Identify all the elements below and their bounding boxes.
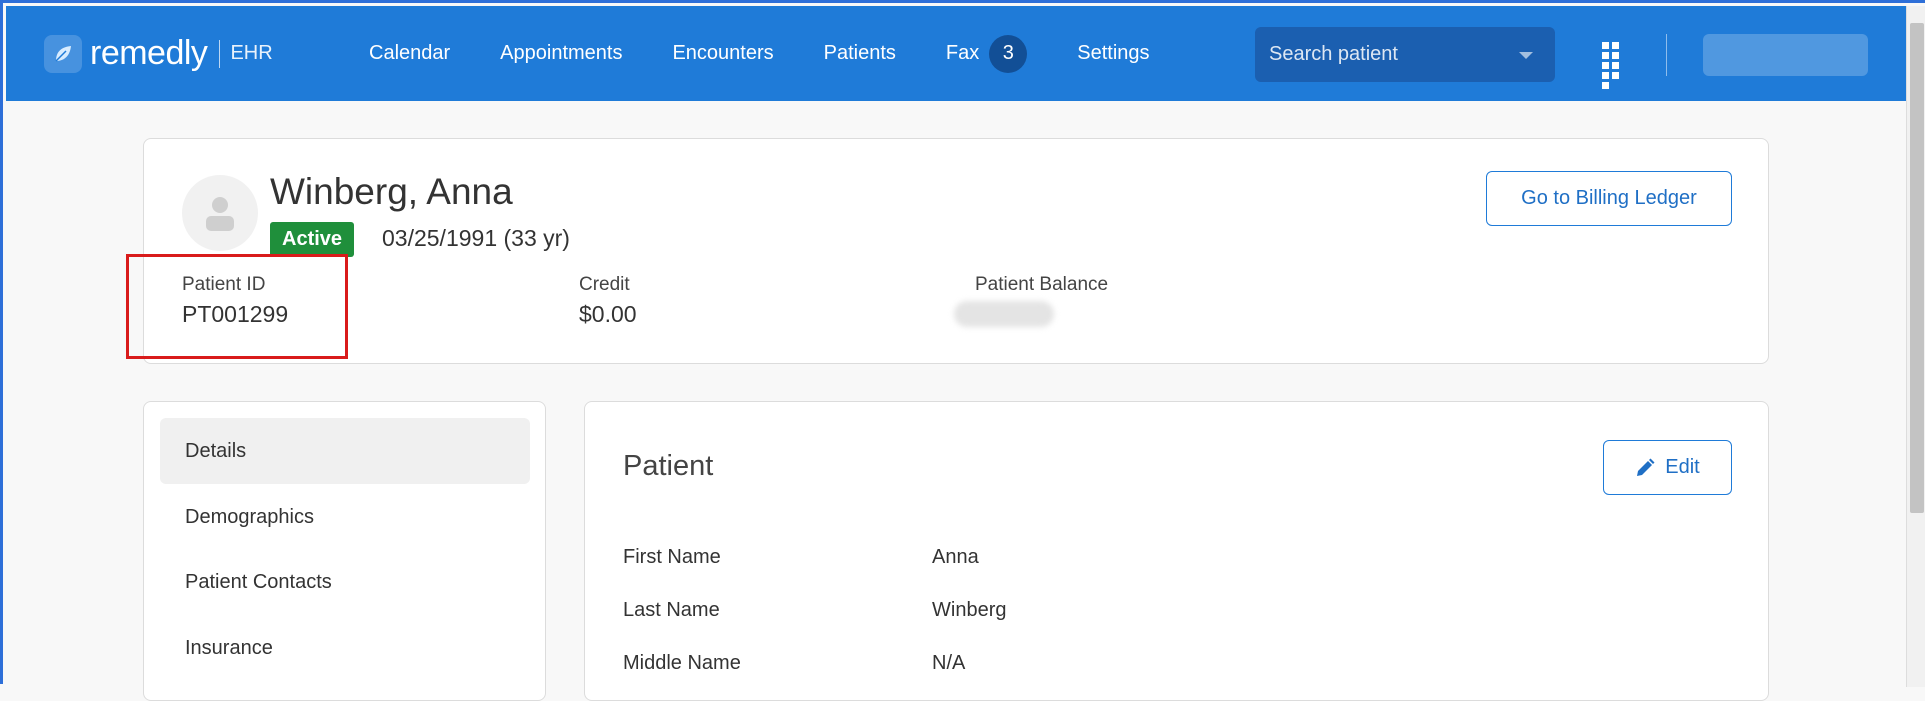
edit-label: Edit xyxy=(1665,456,1700,478)
section-title: Patient xyxy=(623,450,714,482)
middle-name-label: Middle Name xyxy=(623,652,741,674)
credit-label: Credit xyxy=(579,274,630,295)
sidebar-item-insurance[interactable]: Insurance xyxy=(160,615,530,681)
logo-divider xyxy=(219,39,221,68)
nav-appointments[interactable]: Appointments xyxy=(500,42,622,65)
nav-patients[interactable]: Patients xyxy=(824,42,896,65)
main-nav: Calendar Appointments Encounters Patient… xyxy=(369,6,1200,101)
edit-button[interactable]: Edit xyxy=(1603,440,1732,495)
patient-search-input[interactable]: Search patient xyxy=(1255,27,1555,82)
app-window: remedly EHR Calendar Appointments Encoun… xyxy=(0,0,1925,701)
nav-encounters[interactable]: Encounters xyxy=(672,42,773,65)
patient-balance-label: Patient Balance xyxy=(975,274,1109,295)
status-badge: Active xyxy=(270,222,355,257)
fax-count-badge: 3 xyxy=(989,34,1028,73)
chevron-down-icon[interactable] xyxy=(1519,52,1533,59)
top-navbar: remedly EHR Calendar Appointments Encoun… xyxy=(6,6,1906,101)
nav-divider xyxy=(1666,34,1667,76)
scrollbar-thumb[interactable] xyxy=(1910,23,1924,513)
nav-fax-label: Fax xyxy=(945,42,980,64)
billing-ledger-button[interactable]: Go to Billing Ledger xyxy=(1486,171,1732,226)
user-menu[interactable] xyxy=(1703,34,1868,76)
user-icon xyxy=(206,197,234,231)
highlight-box xyxy=(126,254,348,359)
search-placeholder: Search patient xyxy=(1269,43,1398,65)
nav-settings[interactable]: Settings xyxy=(1077,42,1149,65)
pencil-icon xyxy=(1637,458,1655,476)
app-logo[interactable]: remedly EHR xyxy=(44,34,273,73)
patient-sidebar: Details Demographics Patient Contacts In… xyxy=(143,401,546,701)
last-name-label: Last Name xyxy=(623,599,720,621)
patient-details-card: Patient Edit First Name Anna Last Name W… xyxy=(584,401,1769,701)
sidebar-item-patient-contacts[interactable]: Patient Contacts xyxy=(160,549,530,615)
nav-calendar[interactable]: Calendar xyxy=(369,42,450,65)
leaf-icon xyxy=(44,34,82,73)
first-name-value: Anna xyxy=(932,546,979,568)
apps-grid-icon[interactable] xyxy=(1602,42,1630,89)
middle-name-value: N/A xyxy=(932,652,966,674)
avatar xyxy=(182,175,258,251)
sidebar-item-demographics[interactable]: Demographics xyxy=(160,484,530,550)
logo-subtitle: EHR xyxy=(230,42,273,64)
credit-value: $0.00 xyxy=(579,301,637,327)
logo-text: remedly xyxy=(90,34,208,72)
patient-header-card: Winberg, Anna Active 03/25/1991 (33 yr) … xyxy=(143,138,1769,364)
nav-fax[interactable]: Fax 3 xyxy=(945,34,1028,73)
sidebar-item-details[interactable]: Details xyxy=(160,418,530,484)
last-name-value: Winberg xyxy=(932,599,1007,621)
patient-dob: 03/25/1991 (33 yr) xyxy=(382,225,570,251)
first-name-label: First Name xyxy=(623,546,721,568)
patient-balance-value xyxy=(954,301,1054,327)
patient-name: Winberg, Anna xyxy=(270,171,513,212)
